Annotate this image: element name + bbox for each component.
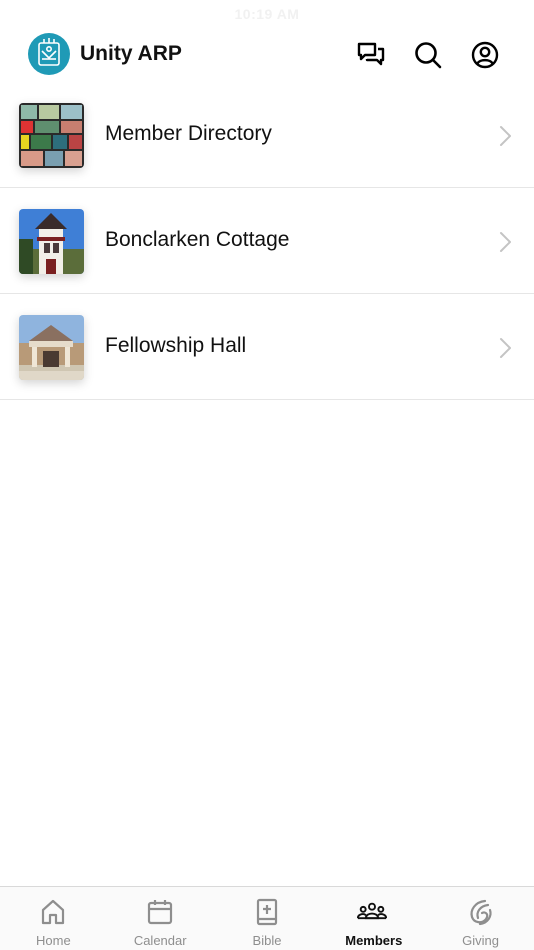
giving-icon [466,897,496,927]
bottom-tab-bar: Home Calendar Bible Members Giving [0,886,534,950]
chevron-right-icon [500,126,511,146]
list-item-label: Bonclarken Cottage [105,228,290,251]
list-item-fellowship-hall[interactable]: Fellowship Hall [0,294,534,400]
home-icon [38,897,68,927]
church-logo-icon [28,33,70,75]
tab-calendar[interactable]: Calendar [107,887,214,950]
app-header: Unity ARP [0,32,534,78]
status-bar-time: 10:19 AM [234,6,300,22]
building-entrance-thumbnail [19,315,84,380]
list-item-label: Fellowship Hall [105,334,247,357]
list-item-bonclarken-cottage[interactable]: Bonclarken Cottage [0,188,534,294]
stained-glass-thumbnail [19,103,84,168]
tab-giving[interactable]: Giving [427,887,534,950]
tab-home[interactable]: Home [0,887,107,950]
bible-icon [252,897,282,927]
app-title: Unity ARP [80,42,182,65]
tab-label: Members [345,933,403,948]
tab-label: Bible [252,933,282,948]
bell-tower-thumbnail [19,209,84,274]
list-item-member-directory[interactable]: Member Directory [0,82,534,188]
chevron-right-icon [500,232,511,252]
tab-members[interactable]: Members [320,887,427,950]
calendar-icon [145,897,175,927]
tab-label: Calendar [133,933,187,948]
search-icon[interactable] [413,40,443,70]
tab-label: Giving [462,933,500,948]
chat-icon[interactable] [356,40,386,70]
menu-list: Member Directory Bonclarken Cottage Fell… [0,82,534,400]
tab-bible[interactable]: Bible [214,887,321,950]
members-icon [356,897,389,927]
chevron-right-icon [500,338,511,358]
profile-icon[interactable] [470,40,500,70]
tab-label: Home [36,933,71,948]
list-item-label: Member Directory [105,122,272,145]
